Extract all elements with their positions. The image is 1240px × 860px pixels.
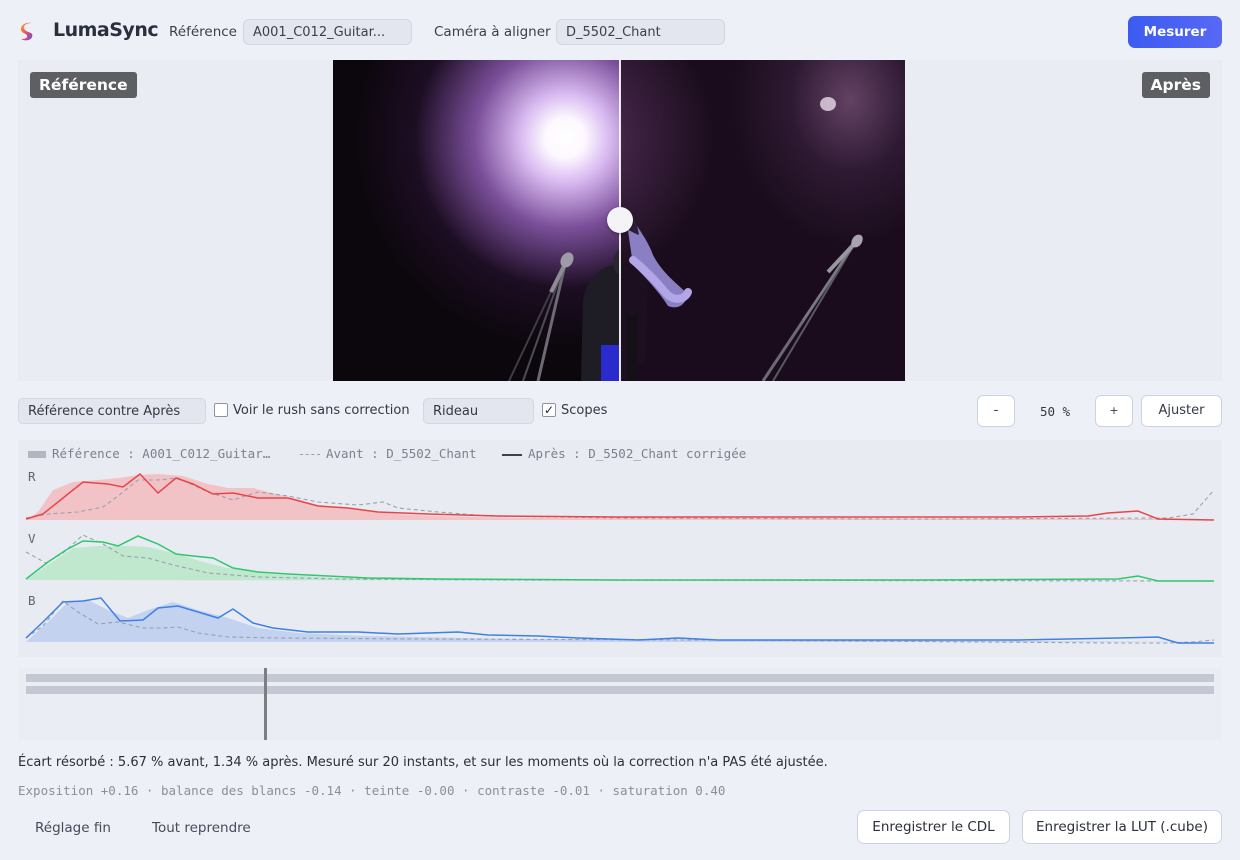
measure-button[interactable]: Mesurer: [1128, 16, 1222, 48]
timeline[interactable]: [18, 668, 1222, 740]
camera-label: Caméra à aligner: [434, 24, 551, 40]
video-frame: [333, 60, 905, 381]
zoom-out-button[interactable]: -: [977, 395, 1015, 427]
reference-label: Référence: [169, 24, 237, 40]
histogram-r: [25, 472, 1215, 521]
scopes-checkbox[interactable]: ✓: [542, 403, 556, 417]
rgb-scopes-panel: Référence : A001_C012_Guitar… Avant : D_…: [18, 440, 1222, 657]
fine-tune-button[interactable]: Réglage fin: [35, 820, 111, 836]
histogram-b: [25, 597, 1215, 644]
correction-summary: Écart résorbé : 5.67 % avant, 1.34 % apr…: [18, 755, 828, 770]
timeline-track-camera[interactable]: [26, 686, 1214, 694]
histogram-r-reference: [26, 474, 1214, 520]
zoom-level: 50 %: [1039, 404, 1071, 419]
curtain-handle[interactable]: [607, 207, 633, 233]
fit-button[interactable]: Ajuster: [1141, 395, 1222, 427]
viewer-left-label: Référence: [30, 72, 137, 98]
histogram-chart: [25, 472, 1215, 644]
raw-footage-label[interactable]: Voir le rush sans correction: [233, 403, 410, 418]
scopes-label[interactable]: Scopes: [561, 403, 607, 418]
viewer-right-label: Après: [1141, 72, 1210, 98]
view-mode-select[interactable]: Rideau: [423, 398, 534, 424]
lumasync-logo-icon: [20, 22, 33, 41]
timeline-playhead[interactable]: [264, 668, 267, 740]
zoom-in-button[interactable]: +: [1095, 395, 1133, 427]
reference-clip-select[interactable]: A001_C012_Guitar...: [243, 19, 412, 45]
correction-parameters: Exposition +0.16 · balance des blancs -0…: [18, 783, 726, 798]
timeline-track-reference[interactable]: [26, 674, 1214, 682]
reset-all-button[interactable]: Tout reprendre: [152, 820, 251, 836]
compare-mode-select[interactable]: Référence contre Après: [18, 398, 206, 424]
histogram-b-reference: [26, 600, 1214, 642]
save-cdl-button[interactable]: Enregistrer le CDL: [857, 810, 1010, 844]
histogram-v: [25, 534, 1215, 582]
comparison-viewer[interactable]: Référence Après: [18, 60, 1222, 381]
top-bar: LumaSync Référence A001_C012_Guitar... C…: [0, 0, 1240, 60]
camera-clip-select[interactable]: D_5502_Chant: [556, 19, 725, 45]
histogram-v-reference: [26, 546, 1214, 581]
save-lut-button[interactable]: Enregistrer la LUT (.cube): [1022, 810, 1222, 844]
app-title: LumaSync: [53, 19, 159, 41]
raw-footage-checkbox[interactable]: [214, 403, 228, 417]
